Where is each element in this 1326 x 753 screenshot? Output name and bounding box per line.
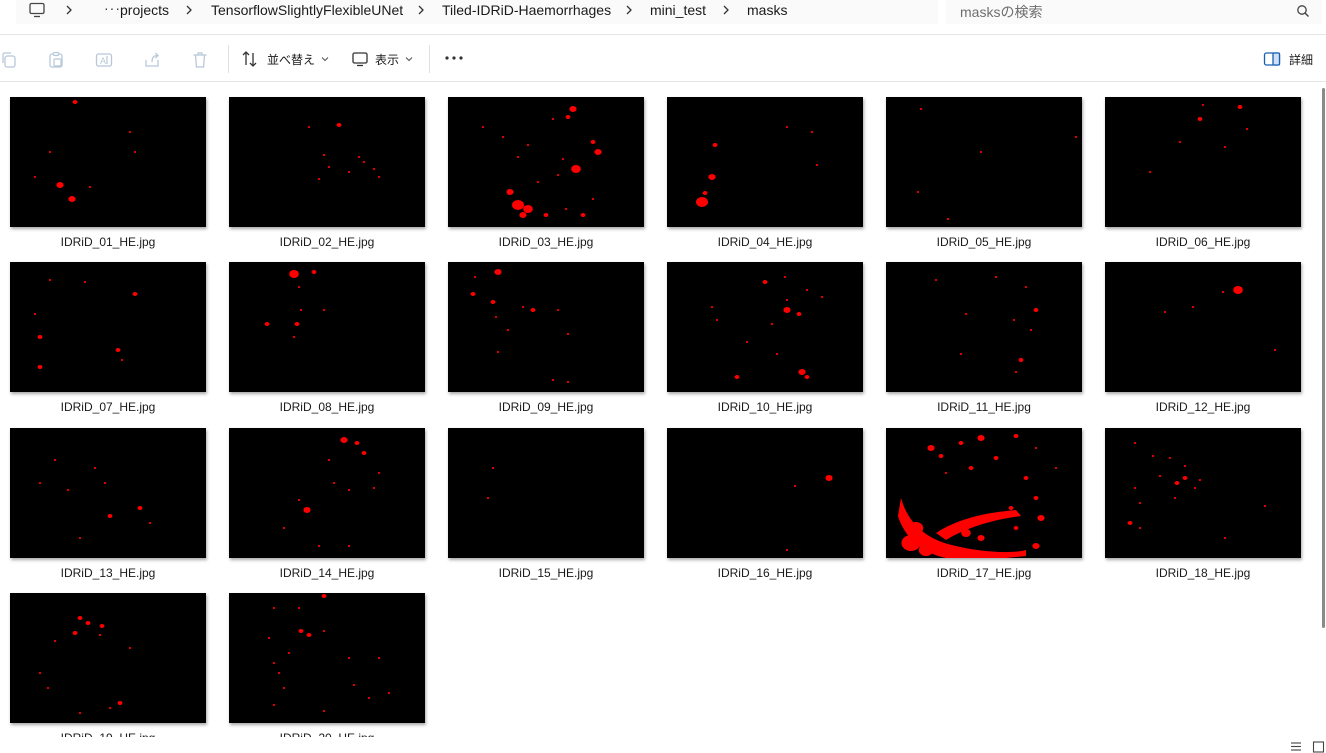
file-thumbnail [667,428,863,558]
breadcrumb-item[interactable]: mini_test [650,2,706,18]
file-thumbnail [1105,97,1301,227]
sort-icon [242,51,257,67]
sort-button[interactable]: 並べ替え [241,47,329,71]
file-item[interactable]: IDRiD_12_HE.jpg [1105,247,1301,414]
file-thumbnail [886,262,1082,392]
toolbar-separator [429,45,430,73]
file-thumbnail [10,262,206,392]
view-icon [352,52,368,67]
file-item[interactable]: IDRiD_05_HE.jpg [886,82,1082,249]
file-thumbnail [886,428,1082,558]
breadcrumb-item-current[interactable]: masks [747,2,787,18]
more-locations-button[interactable]: ··· [104,0,121,16]
file-name: IDRiD_12_HE.jpg [1155,400,1251,414]
address-bar: ··· projects TensorflowSlightlyFlexibleU… [0,0,1326,34]
paste-icon[interactable] [47,51,65,69]
file-thumbnail [229,262,425,392]
file-item[interactable]: IDRiD_06_HE.jpg [1105,82,1301,249]
breadcrumb-item[interactable]: Tiled-IDRiD-Haemorrhages [442,2,611,18]
breadcrumb-item[interactable]: projects [120,2,169,18]
file-name: IDRiD_16_HE.jpg [717,566,813,580]
file-thumbnail [10,428,206,558]
details-pane-icon [1263,52,1281,66]
file-thumbnail [667,262,863,392]
file-item[interactable]: IDRiD_20_HE.jpg [229,578,425,737]
chevron-down-icon [321,57,329,62]
details-pane-button[interactable]: 詳細 [1263,47,1313,71]
breadcrumb[interactable]: ··· projects TensorflowSlightlyFlexibleU… [16,0,938,24]
file-thumbnail [448,428,644,558]
file-item[interactable]: IDRiD_16_HE.jpg [667,413,863,580]
file-item[interactable]: IDRiD_19_HE.jpg [10,578,206,737]
file-thumbnail [448,97,644,227]
file-thumbnail [1105,262,1301,392]
file-item[interactable]: IDRiD_02_HE.jpg [229,82,425,249]
copy-icon[interactable] [0,51,18,69]
file-name: IDRiD_20_HE.jpg [229,731,425,737]
rename-icon[interactable]: A [95,51,113,69]
file-item[interactable]: IDRiD_08_HE.jpg [229,247,425,414]
file-item[interactable]: IDRiD_15_HE.jpg [448,413,644,580]
file-item[interactable]: IDRiD_09_HE.jpg [448,247,644,414]
file-grid: IDRiD_01_HE.jpg IDRiD_02_HE.jpg IDRiD_03_H… [0,82,1322,737]
file-item[interactable]: IDRiD_04_HE.jpg [667,82,863,249]
file-name: IDRiD_18_HE.jpg [1155,566,1251,580]
svg-text:A: A [100,56,106,66]
chevron-right-icon[interactable] [64,4,74,16]
file-name: IDRiD_10_HE.jpg [717,400,813,414]
view-button[interactable]: 表示 [351,47,413,71]
file-thumbnail [448,262,644,392]
file-item[interactable]: IDRiD_13_HE.jpg [10,413,206,580]
vertical-scrollbar[interactable] [1322,88,1325,628]
sort-label: 並べ替え [267,52,316,67]
file-thumbnail [667,97,863,227]
this-pc-icon[interactable] [28,2,46,18]
file-item[interactable]: IDRiD_11_HE.jpg [886,247,1082,414]
file-item[interactable]: IDRiD_01_HE.jpg [10,82,206,249]
chevron-right-icon[interactable] [416,4,426,16]
file-name: IDRiD_07_HE.jpg [60,400,156,414]
chevron-right-icon[interactable] [184,4,194,16]
file-name: IDRiD_09_HE.jpg [498,400,594,414]
chevron-down-icon [405,57,413,62]
file-thumbnail [10,593,206,723]
search-icon[interactable] [1296,4,1310,18]
file-name: IDRiD_11_HE.jpg [937,400,1031,414]
file-name: IDRiD_15_HE.jpg [498,566,594,580]
file-item[interactable]: IDRiD_14_HE.jpg [229,413,425,580]
file-thumbnail [229,593,425,723]
file-thumbnail [229,97,425,227]
file-thumbnail [1105,428,1301,558]
file-item[interactable]: IDRiD_07_HE.jpg [10,247,206,414]
search-input[interactable] [960,2,1280,22]
file-item[interactable]: IDRiD_10_HE.jpg [667,247,863,414]
file-name: IDRiD_08_HE.jpg [279,400,375,414]
file-thumbnail [10,97,206,227]
delete-icon[interactable] [191,51,209,69]
large-icons-view-icon[interactable] [1312,739,1325,753]
chevron-right-icon[interactable] [624,4,634,16]
breadcrumb-item[interactable]: TensorflowSlightlyFlexibleUNet [211,2,403,18]
file-item[interactable]: IDRiD_18_HE.jpg [1105,413,1301,580]
search-box[interactable] [946,0,1322,24]
chevron-right-icon[interactable] [721,4,731,16]
file-thumbnail [886,97,1082,227]
file-item[interactable]: IDRiD_17_HE.jpg [886,413,1082,580]
file-name: IDRiD_19_HE.jpg [10,731,206,737]
toolbar-separator [228,45,229,73]
file-item[interactable]: IDRiD_03_HE.jpg [448,82,644,249]
file-thumbnail [229,428,425,558]
view-label: 表示 [375,52,400,67]
command-bar: A 並べ替え 表示 詳細 [0,35,1326,81]
share-icon[interactable] [143,51,161,69]
more-options-icon[interactable] [444,55,464,61]
details-view-icon[interactable] [1290,739,1302,753]
file-name: IDRiD_17_HE.jpg [936,566,1032,580]
details-label: 詳細 [1289,52,1314,67]
